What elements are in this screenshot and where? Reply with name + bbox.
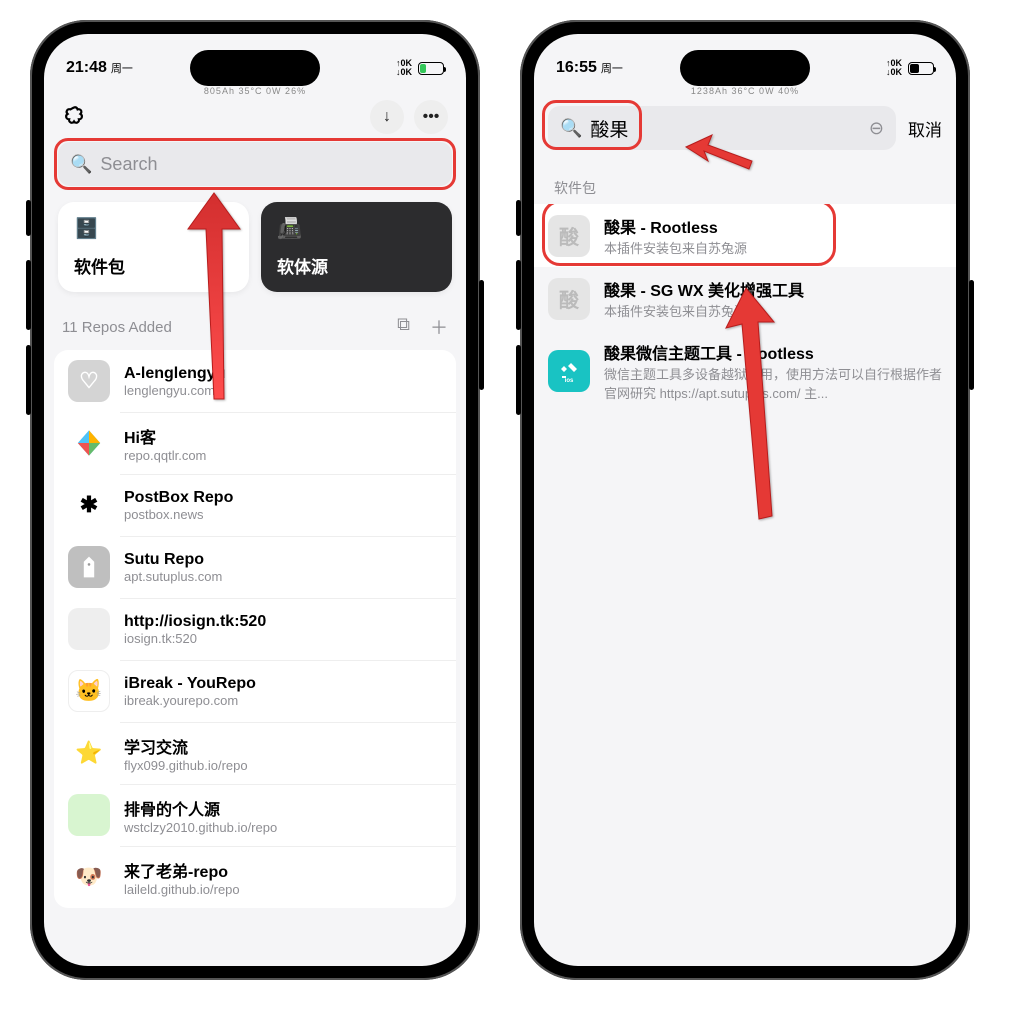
search-value: 酸果	[590, 115, 628, 142]
clear-icon[interactable]: ⊖	[869, 118, 884, 139]
screen-right: 16:55 周一 ↑0K↓0K 1238Ah 36°C 0W 40% 🔍 酸果 …	[534, 34, 956, 966]
battery-icon	[418, 62, 444, 75]
repo-row[interactable]: Hi客repo.qqtlr.com	[54, 412, 456, 474]
status-sub: 805Ah 35°C 0W 26%	[204, 86, 306, 96]
result-row[interactable]: 酸 酸果 - Rootless本插件安装包来自苏兔源	[534, 204, 956, 267]
notch	[680, 50, 810, 86]
card-packages[interactable]: 🗄️ 软件包	[58, 202, 249, 292]
results-section-header: 软件包	[534, 160, 956, 204]
status-tok: ↑0K↓0K	[886, 59, 902, 77]
search-input[interactable]: 🔍 Search	[58, 142, 452, 186]
repo-list: ♡A-lenglengyulenglengyu.com Hi客repo.qqtl…	[54, 350, 456, 908]
results-list: 酸 酸果 - Rootless本插件安装包来自苏兔源 酸 酸果 - SG WX …	[534, 204, 956, 412]
repo-row[interactable]: 排骨的个人源wstclzy2010.github.io/repo	[54, 784, 456, 846]
download-button[interactable]: ↓	[370, 100, 404, 134]
repo-row[interactable]: 🐱iBreak - YouRepoibreak.yourepo.com	[54, 660, 456, 722]
search-placeholder: Search	[100, 154, 157, 175]
more-button[interactable]: •••	[414, 100, 448, 134]
search-icon: 🔍	[70, 154, 92, 175]
repo-row[interactable]: ⭐学习交流flyx099.github.io/repo	[54, 722, 456, 784]
search-icon: 🔍	[560, 118, 582, 139]
card-sources[interactable]: 📠 软体源	[261, 202, 452, 292]
search-input[interactable]: 🔍 酸果 ⊖	[548, 106, 896, 150]
status-tok: ↑0K↓0K	[396, 59, 412, 77]
notch	[190, 50, 320, 86]
repo-row[interactable]: ♡A-lenglengyulenglengyu.com	[54, 350, 456, 412]
result-row[interactable]: 酸 酸果 - SG WX 美化增强工具本插件安装包来自苏兔源	[534, 267, 956, 330]
status-time: 16:55	[556, 59, 597, 77]
repo-row[interactable]: ✱PostBox Repopostbox.news	[54, 474, 456, 536]
phone-left: 21:48 周一 ↑0K↓0K 805Ah 35°C 0W 26% ↓ ••• …	[30, 20, 480, 980]
battery-icon	[908, 62, 934, 75]
phone-right: 16:55 周一 ↑0K↓0K 1238Ah 36°C 0W 40% 🔍 酸果 …	[520, 20, 970, 980]
status-day: 周一	[111, 60, 133, 76]
package-icon: ios	[548, 350, 590, 392]
repo-row[interactable]: 🐶来了老弟-repolaileld.github.io/repo	[54, 846, 456, 908]
tray-icon: 📠	[277, 216, 436, 241]
cancel-button[interactable]: 取消	[908, 116, 942, 141]
screen-left: 21:48 周一 ↑0K↓0K 805Ah 35°C 0W 26% ↓ ••• …	[44, 34, 466, 966]
add-icon[interactable]: ＋	[430, 314, 448, 340]
copy-icon[interactable]: ⧉	[397, 314, 410, 340]
package-icon: 酸	[548, 278, 590, 320]
repo-row[interactable]: Sutu Repoapt.sutuplus.com	[54, 536, 456, 598]
top-bar: ↓ •••	[44, 90, 466, 138]
status-time: 21:48	[66, 59, 107, 77]
status-day: 周一	[601, 60, 623, 76]
repo-row[interactable]: http://iosign.tk:520iosign.tk:520	[54, 598, 456, 660]
archive-icon: 🗄️	[74, 216, 233, 241]
svg-text:ios: ios	[565, 378, 574, 383]
repos-section-header: 11 Repos Added ⧉ ＋	[44, 308, 466, 350]
app-logo-icon	[62, 104, 88, 130]
package-icon: 酸	[548, 215, 590, 257]
result-row[interactable]: ios 酸果微信主题工具 - Rootless微信主题工具多设备越狱专用，使用方…	[534, 330, 956, 412]
